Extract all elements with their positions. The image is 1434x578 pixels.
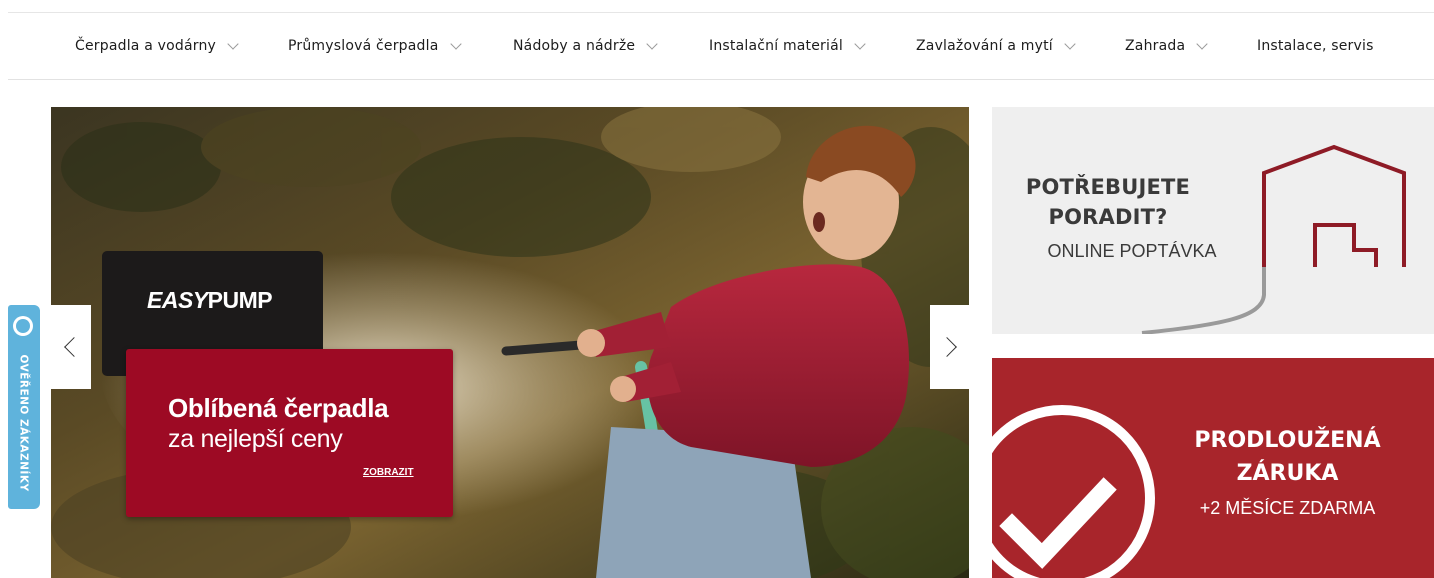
chevron-down-icon <box>1196 37 1208 50</box>
logo-suffix: PUMP <box>207 287 273 313</box>
logo-prefix: EASY <box>147 287 208 313</box>
nav-item-label: Čerpadla a vodárny <box>75 38 217 54</box>
chevron-right-icon <box>937 337 957 357</box>
nav-item-label: Nádoby a nádrže <box>513 38 636 54</box>
nav-item-instalacni-material[interactable]: Instalační materiál <box>709 13 866 79</box>
promo-show-link[interactable]: ZOBRAZIT <box>363 467 414 478</box>
chevron-down-icon <box>854 37 866 50</box>
nav-item-label: Průmyslová čerpadla <box>288 38 439 54</box>
nav-item-label: Instalační materiál <box>709 38 843 54</box>
verified-customers-label: OVĚŘENO ZÁKAZNÍKY <box>18 354 30 492</box>
advice-subtitle: ONLINE POPTÁVKA <box>1047 241 1217 261</box>
slider-prev-button[interactable] <box>51 305 91 389</box>
nav-item-label: Zavlažování a mytí <box>916 38 1053 54</box>
chevron-left-icon <box>64 337 84 357</box>
promo-title: Oblíbená čerpadla <box>168 393 389 423</box>
advice-title-line1: POTŘEBUJETE <box>1025 175 1191 199</box>
promo-subtitle: za nejlepší ceny <box>168 425 343 453</box>
main-navigation: Čerpadla a vodárny Průmyslová čerpadla N… <box>8 13 1434 80</box>
chevron-down-icon <box>449 37 462 50</box>
warranty-title-line2: ZÁRUKA <box>1236 461 1339 486</box>
nav-item-zahrada[interactable]: Zahrada <box>1125 13 1208 79</box>
nav-item-nadoby-a-nadrze[interactable]: Nádoby a nádrže <box>513 13 658 79</box>
nav-item-cerpadla-a-vodarny[interactable]: Čerpadla a vodárny <box>75 13 239 79</box>
warranty-subtitle: +2 MĚSÍCE ZDARMA <box>1199 498 1376 518</box>
chevron-down-icon <box>227 37 239 50</box>
verified-customers-label-wrap: OVĚŘENO ZÁKAZNÍKY <box>8 343 40 503</box>
nav-item-prumyslova-cerpadla[interactable]: Průmyslová čerpadla <box>288 13 462 79</box>
advice-title-line2: PORADIT? <box>1048 205 1168 229</box>
chevron-down-icon <box>1064 37 1076 50</box>
nav-item-label: Instalace, servis <box>1257 38 1374 54</box>
easypump-logo: EASYPUMP <box>147 287 273 314</box>
nav-item-zavlazovani-a-myti[interactable]: Zavlažování a mytí <box>916 13 1076 79</box>
warranty-title-line1: PRODLOUŽENÁ <box>1194 428 1381 453</box>
verified-badge-icon-inner <box>16 319 30 333</box>
nav-item-instalace-servis[interactable]: Instalace, servis <box>1257 13 1374 79</box>
slider-next-button[interactable] <box>930 305 970 389</box>
chevron-down-icon <box>646 37 658 50</box>
nav-item-label: Zahrada <box>1125 38 1186 54</box>
